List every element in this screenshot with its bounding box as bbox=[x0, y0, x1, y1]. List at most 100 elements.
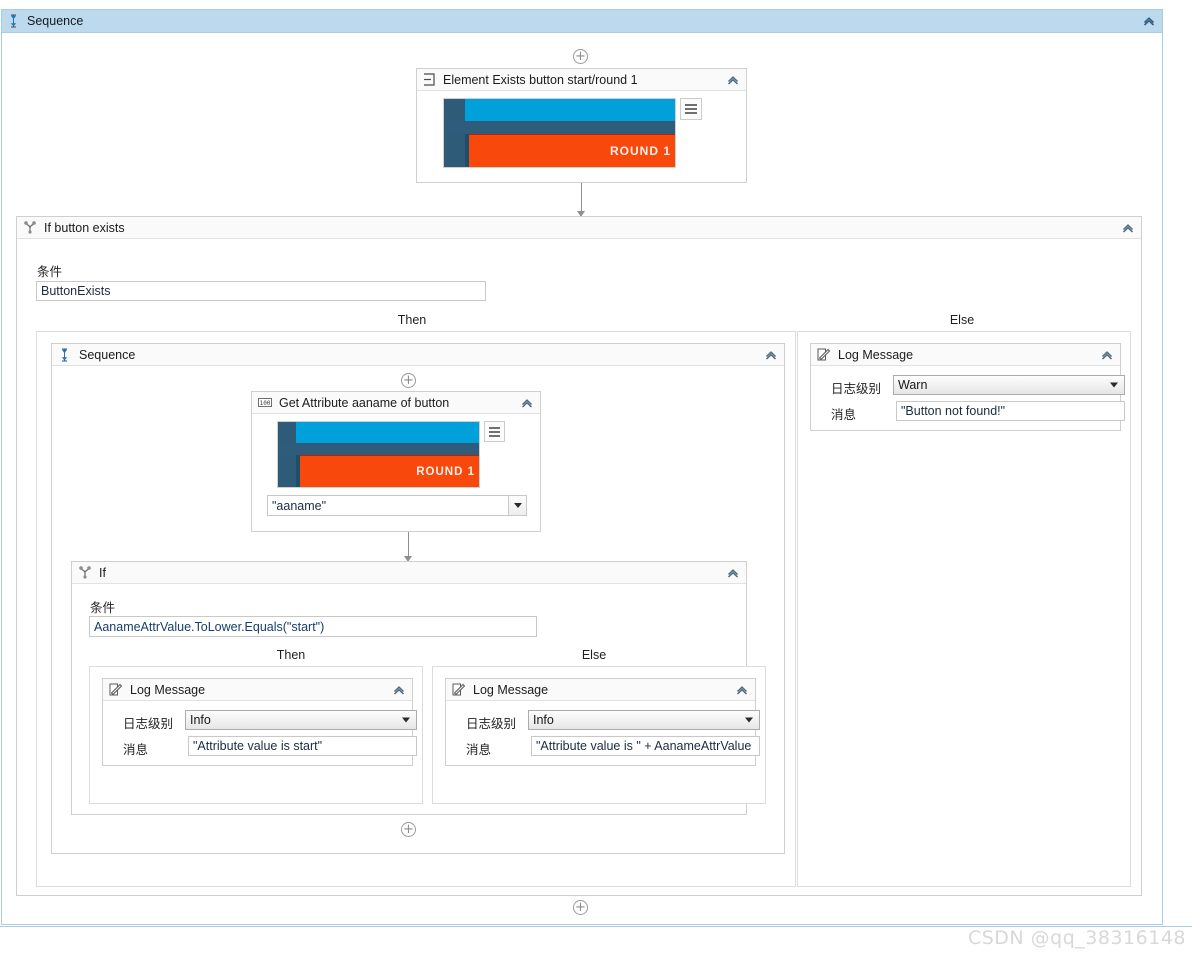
if-button-exists-collapse-chevron-up-icon[interactable] bbox=[1121, 221, 1135, 235]
thumbnail-orange-button: ROUND 1 bbox=[300, 455, 479, 487]
element-exists-title: Element Exists button start/round 1 bbox=[443, 72, 638, 87]
get-attribute-chevron-down-icon[interactable] bbox=[509, 495, 527, 516]
get-attribute-collapse-chevron-up-icon[interactable] bbox=[520, 396, 534, 410]
if-icon bbox=[23, 221, 37, 234]
log-message-icon bbox=[452, 683, 466, 696]
thumbnail-orange-button: ROUND 1 bbox=[469, 134, 675, 167]
inner-if-condition-input[interactable]: AanameAttrValue.ToLower.Equals("start") bbox=[89, 616, 537, 637]
target-screenshot-thumbnail: DOWNLOAD EX ROUND 1 bbox=[443, 98, 676, 168]
svg-text:100: 100 bbox=[260, 400, 271, 407]
thumbnail-button-label: ROUND 1 bbox=[609, 144, 671, 158]
add-activity-bottom[interactable] bbox=[573, 900, 588, 915]
chevron-down-icon[interactable] bbox=[1110, 382, 1118, 388]
if-button-exists-condition-input[interactable]: ButtonExists bbox=[36, 281, 486, 301]
inner-else-branch-container[interactable]: Log Message 日志级别 Info 消息 "Attribute valu… bbox=[432, 666, 766, 804]
log-message-not-found-message-label: 消息 bbox=[831, 408, 857, 422]
add-activity-inner-top[interactable] bbox=[401, 373, 416, 388]
thumbnail-blue-bar bbox=[296, 422, 479, 443]
thumbnail-blue-bar bbox=[464, 99, 675, 121]
inner-if-condition-label: 条件 bbox=[90, 601, 116, 615]
watermark: CSDN @qq_38316148 bbox=[967, 927, 1186, 949]
log-message-icon bbox=[817, 348, 831, 361]
inner-else-label: Else bbox=[581, 648, 607, 662]
if-button-exists-condition-label: 条件 bbox=[37, 265, 63, 279]
connector-line-1 bbox=[581, 183, 582, 213]
log-message-then-collapse-chevron-up-icon[interactable] bbox=[392, 683, 406, 697]
target-screenshot-thumbnail: DOWNLOAD EX ROUND 1 bbox=[277, 421, 480, 488]
log-message-not-found-level-value: Warn bbox=[898, 378, 928, 392]
log-message-icon bbox=[109, 683, 123, 696]
inner-if-collapse-chevron-up-icon[interactable] bbox=[726, 566, 740, 580]
workflow-designer-canvas: Sequence Element Exists button start/r bbox=[0, 0, 1192, 955]
log-message-then-level-value: Info bbox=[190, 713, 211, 727]
inner-then-branch-container[interactable]: Log Message 日志级别 Info 消息 "Attribute valu… bbox=[89, 666, 423, 804]
log-message-not-found-collapse-chevron-up-icon[interactable] bbox=[1100, 348, 1114, 362]
sequence-icon bbox=[7, 14, 21, 28]
root-sequence-activity[interactable]: Sequence Element Exists button start/r bbox=[1, 9, 1163, 925]
sequence-icon bbox=[58, 348, 72, 362]
hamburger-icon[interactable] bbox=[484, 421, 505, 442]
log-message-else-message-input[interactable]: "Attribute value is " + AanameAttrValue bbox=[531, 736, 760, 756]
log-message-else-collapse-chevron-up-icon[interactable] bbox=[735, 683, 749, 697]
log-message-else-message-label: 消息 bbox=[466, 743, 492, 757]
log-message-then-title: Log Message bbox=[130, 682, 206, 697]
log-message-not-found-level-select[interactable]: Warn bbox=[893, 375, 1125, 395]
log-message-then-activity[interactable]: Log Message 日志级别 Info 消息 "Attribute valu… bbox=[102, 678, 417, 766]
if-icon bbox=[78, 566, 92, 579]
log-message-else-level-label: 日志级别 bbox=[466, 717, 517, 731]
log-message-else-activity[interactable]: Log Message 日志级别 Info 消息 "Attribute valu… bbox=[445, 678, 760, 766]
chevron-down-icon[interactable] bbox=[402, 717, 410, 723]
get-attribute-target-preview[interactable]: DOWNLOAD EX ROUND 1 bbox=[277, 421, 505, 488]
element-exists-header[interactable]: Element Exists button start/round 1 bbox=[417, 69, 746, 91]
log-message-else-level-select[interactable]: Info bbox=[528, 710, 760, 730]
get-attribute-activity[interactable]: 100 Get Attribute aaname of button ROUND… bbox=[251, 391, 541, 532]
log-message-then-level-select[interactable]: Info bbox=[185, 710, 417, 730]
log-message-else-level-value: Info bbox=[533, 713, 554, 727]
element-exists-target-preview[interactable]: DOWNLOAD EX ROUND 1 bbox=[443, 98, 702, 168]
then-branch-container[interactable]: Sequence + 100 Get Attribute aaname of b… bbox=[36, 331, 796, 887]
connector-line-2 bbox=[408, 532, 409, 558]
log-message-not-found-message-input[interactable]: "Button not found!" bbox=[896, 401, 1125, 421]
log-message-else-header[interactable]: Log Message bbox=[446, 679, 755, 701]
inner-sequence-activity[interactable]: Sequence + 100 Get Attribute aaname of b… bbox=[51, 343, 785, 854]
root-sequence-title: Sequence bbox=[27, 14, 84, 28]
if-button-exists-header[interactable]: If button exists bbox=[17, 217, 1141, 239]
inner-sequence-title: Sequence bbox=[79, 347, 136, 362]
if-button-exists-activity[interactable]: If button exists 条件 ButtonExists Then El… bbox=[16, 216, 1142, 896]
then-label: Then bbox=[397, 313, 427, 327]
element-exists-activity[interactable]: Element Exists button start/round 1 DOWN… bbox=[416, 68, 747, 183]
chevron-down-icon[interactable] bbox=[745, 717, 753, 723]
thumbnail-button-label: ROUND 1 bbox=[416, 465, 475, 478]
log-message-then-message-input[interactable]: "Attribute value is start" bbox=[188, 736, 417, 756]
inner-if-header[interactable]: If bbox=[72, 562, 746, 584]
get-attribute-title: Get Attribute aaname of button bbox=[279, 395, 450, 410]
log-message-not-found-activity[interactable]: Log Message 日志级别 Warn 消息 "Button not fou… bbox=[810, 343, 1125, 431]
get-attribute-attribute-input[interactable]: "aaname" bbox=[267, 495, 509, 516]
inner-sequence-collapse-chevron-up-icon[interactable] bbox=[764, 348, 778, 362]
get-attribute-icon: 100 bbox=[258, 397, 272, 408]
root-collapse-chevron-up-icon[interactable] bbox=[1142, 14, 1156, 28]
log-message-then-level-label: 日志级别 bbox=[123, 717, 174, 731]
root-sequence-header[interactable]: Sequence bbox=[2, 10, 1162, 33]
inner-if-title: If bbox=[99, 565, 106, 580]
log-message-then-header[interactable]: Log Message bbox=[103, 679, 412, 701]
else-branch-container[interactable]: Log Message 日志级别 Warn 消息 "Button not fou… bbox=[797, 331, 1131, 887]
thumbnail-dark-band bbox=[444, 121, 675, 134]
log-message-not-found-level-label: 日志级别 bbox=[831, 382, 882, 396]
add-activity-inner-bottom[interactable] bbox=[401, 822, 416, 837]
hamburger-icon[interactable] bbox=[680, 98, 702, 120]
inner-sequence-header[interactable]: Sequence bbox=[52, 344, 784, 366]
if-button-exists-title: If button exists bbox=[44, 220, 125, 235]
inner-then-label: Then bbox=[276, 648, 306, 662]
thumbnail-dark-band bbox=[278, 443, 479, 455]
log-message-not-found-header[interactable]: Log Message bbox=[811, 344, 1120, 366]
add-activity-top[interactable] bbox=[573, 49, 588, 64]
log-message-not-found-title: Log Message bbox=[838, 347, 914, 362]
get-attribute-header[interactable]: 100 Get Attribute aaname of button bbox=[252, 392, 540, 414]
inner-if-activity[interactable]: If 条件 AanameAttrValue.ToLower.Equals("st… bbox=[71, 561, 766, 815]
log-message-else-title: Log Message bbox=[473, 682, 549, 697]
else-label: Else bbox=[949, 313, 975, 327]
element-exists-icon bbox=[423, 73, 436, 86]
element-exists-collapse-chevron-up-icon[interactable] bbox=[726, 73, 740, 87]
log-message-then-message-label: 消息 bbox=[123, 743, 149, 757]
